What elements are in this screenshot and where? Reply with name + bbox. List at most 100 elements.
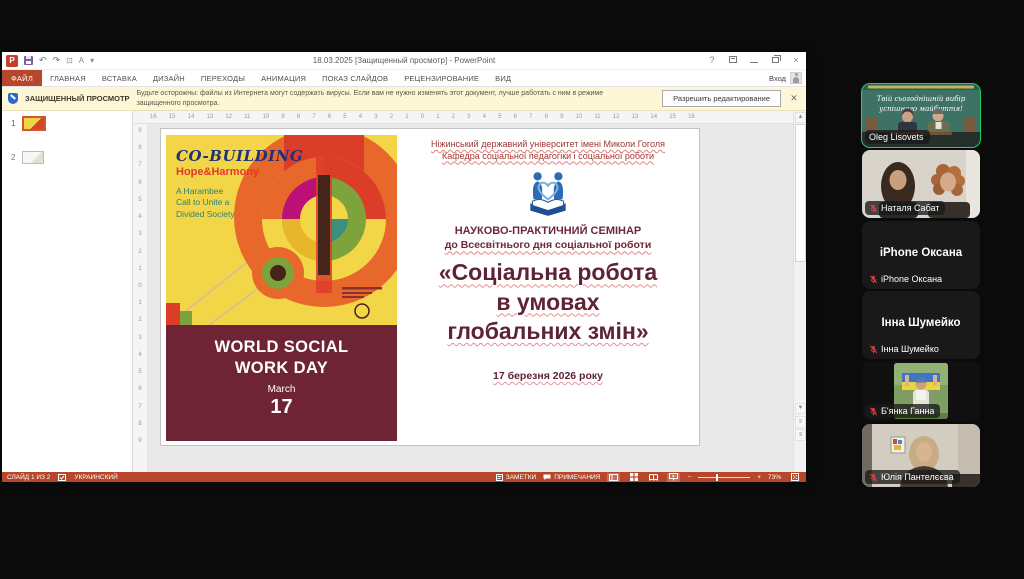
next-slide-icon[interactable]: ≡ — [795, 429, 806, 441]
video-tile-iphone-oksana[interactable]: iPhone Оксана iPhone Оксана — [862, 221, 980, 289]
zoom-slider[interactable] — [698, 477, 750, 478]
svg-text:успішного майбуття!: успішного майбуття! — [878, 105, 963, 113]
ruler-number: 9 — [138, 438, 141, 444]
ribbon-tab[interactable]: ВСТАВКА — [94, 70, 145, 86]
ruler-number: 6 — [138, 180, 141, 186]
zoom-in-icon[interactable]: + — [757, 474, 761, 481]
ruler-number: 13 — [632, 114, 639, 120]
help-icon[interactable]: ? — [706, 54, 718, 65]
quick-access-toolbar: P ↶ ↷ ⊡ A ▾ — [2, 54, 94, 67]
ruler-number: 9 — [281, 114, 284, 120]
reading-view-button[interactable] — [647, 473, 660, 482]
zoom-level[interactable]: 73% — [768, 474, 781, 481]
restore-icon[interactable] — [769, 54, 781, 65]
sign-in-link[interactable]: Вход — [769, 70, 786, 86]
status-bar: СЛАЙД 1 ИЗ 2 УКРАИНСКИЙ ЗАМЕТКИ ПРИМЕЧАН… — [2, 472, 806, 482]
ruler-number: 11 — [244, 114, 250, 120]
account-avatar[interactable] — [790, 72, 802, 84]
ruler-number: 15 — [169, 114, 176, 120]
zoom-slider-knob[interactable] — [716, 474, 718, 481]
undo-icon[interactable]: ↶ — [39, 54, 47, 67]
participant-name-label: Юлія Пантелєєва — [865, 470, 960, 484]
thumbnail-preview[interactable] — [22, 116, 46, 131]
close-icon[interactable]: × — [790, 54, 802, 65]
university-logo — [522, 169, 574, 217]
ruler-number: 0 — [421, 114, 424, 120]
enable-editing-button[interactable]: Разрешить редактирование — [662, 90, 781, 107]
participant-name-label: Наталя Сабат — [865, 201, 945, 215]
thumbnail-preview[interactable] — [22, 151, 44, 164]
ribbon-tab[interactable]: РЕЦЕНЗИРОВАНИЕ — [396, 70, 487, 86]
ribbon-tab[interactable]: ПЕРЕХОДЫ — [193, 70, 253, 86]
video-tile-bianka-hanna[interactable]: Б'янка Ганна — [862, 361, 980, 421]
scroll-down-icon[interactable]: ▼ — [795, 403, 806, 414]
vertical-scrollbar[interactable]: ▲ ▼ ≡ ≡ — [793, 111, 806, 472]
protected-view-banner: ЗАЩИЩЕННЫЙ ПРОСМОТР Будьте осторожны: фа… — [2, 87, 806, 111]
ribbon-tab[interactable]: ДИЗАЙН — [145, 70, 193, 86]
slide-sorter-view-button[interactable] — [627, 473, 640, 482]
ruler-number: 4 — [138, 214, 141, 220]
video-tile-natalia-sabat[interactable]: Наталя Сабат — [862, 150, 980, 218]
normal-view-button[interactable] — [607, 473, 620, 482]
previous-slide-icon[interactable]: ≡ — [795, 416, 806, 428]
participant-name-label: Oleg Lisovets — [865, 130, 930, 144]
powerpoint-window: P ↶ ↷ ⊡ A ▾ 18.03.2025 [Защищенный просм… — [2, 52, 806, 482]
window-title: 18.03.2025 [Защищенный просмотр] - Power… — [2, 56, 806, 65]
scrollbar-thumb[interactable] — [795, 124, 806, 262]
ruler-number: 10 — [576, 114, 583, 120]
seminar-date: 17 березня 2026 року — [406, 370, 690, 382]
video-tile-oleg-lisovets[interactable]: Твій сьогоднішній вибір успішного майбут… — [862, 84, 980, 147]
ruler-number: 5 — [343, 114, 346, 120]
tab-file[interactable]: ФАЙЛ — [2, 70, 42, 86]
ruler-number: 7 — [138, 162, 141, 168]
thumbnail-slide-1[interactable]: 1 — [11, 116, 46, 131]
ribbon-tab[interactable]: ПОКАЗ СЛАЙДОВ — [314, 70, 396, 86]
slideshow-view-button[interactable] — [667, 473, 680, 482]
ribbon-tab[interactable]: ГЛАВНАЯ — [42, 70, 94, 86]
language-indicator[interactable]: УКРАИНСКИЙ — [74, 474, 117, 481]
slide[interactable]: CO-BUILDING Hope&Harmony A Harambee Call… — [160, 128, 700, 446]
zoom-out-icon[interactable]: − — [687, 474, 691, 481]
screen: P ↶ ↷ ⊡ A ▾ 18.03.2025 [Защищенный просм… — [0, 0, 1024, 579]
minimize-icon[interactable] — [748, 54, 760, 65]
protected-view-message: Будьте осторожны: файлы из Интернета мог… — [137, 89, 629, 108]
horizontal-ruler: 1615141312111098765432101234567891011121… — [133, 111, 793, 124]
participant-display-name: iPhone Оксана — [862, 247, 980, 259]
ruler-number: 14 — [650, 114, 657, 120]
ruler-number: 13 — [206, 114, 213, 120]
ruler-number: 6 — [138, 386, 141, 392]
redo-icon[interactable]: ↷ — [53, 54, 61, 67]
save-icon[interactable] — [24, 54, 33, 67]
ribbon-tab[interactable]: ВИД — [487, 70, 519, 86]
ruler-number: 14 — [188, 114, 195, 120]
slide-canvas[interactable]: CO-BUILDING Hope&Harmony A Harambee Call… — [147, 124, 793, 472]
font-style-icon[interactable]: A — [79, 54, 84, 67]
comments-toggle[interactable]: ПРИМЕЧАНИЯ — [543, 474, 600, 481]
spellcheck-icon[interactable] — [58, 474, 66, 481]
fit-slide-button[interactable] — [788, 473, 801, 482]
thumbnail-slide-2[interactable]: 2 — [11, 151, 44, 164]
ruler-number: 8 — [545, 114, 548, 120]
ruler-number: 4 — [483, 114, 486, 120]
video-tile-yulia-pantelieieva[interactable]: Юлія Пантелєєва — [862, 424, 980, 487]
ribbon-tab[interactable]: АНИМАЦИЯ — [253, 70, 314, 86]
poster-footer: WORLD SOCIAL WORK DAY March 17 — [166, 325, 397, 441]
ruler-number: 9 — [138, 128, 141, 134]
ruler-number: 2 — [138, 249, 141, 255]
banner-close-icon[interactable]: ✕ — [788, 93, 800, 104]
video-tile-inna-shumeiko[interactable]: Інна Шумейко Інна Шумейко — [862, 291, 980, 359]
seminar-title: «Соціальна робота в умовах глобальних зм… — [406, 258, 690, 346]
muted-mic-icon — [869, 407, 878, 416]
notes-toggle[interactable]: ЗАМЕТКИ — [496, 474, 536, 481]
ruler-number: 5 — [498, 114, 501, 120]
qat-dropdown-icon[interactable]: ▾ — [90, 54, 94, 67]
start-slideshow-icon[interactable]: ⊡ — [66, 54, 73, 67]
ribbon-options-icon[interactable] — [727, 54, 739, 65]
scroll-up-icon[interactable]: ▲ — [795, 112, 806, 123]
powerpoint-logo-icon[interactable]: P — [6, 54, 18, 67]
ruler-number: 2 — [390, 114, 393, 120]
muted-mic-icon — [869, 473, 878, 482]
poster-month: March — [166, 384, 397, 395]
protected-view-label: ЗАЩИЩЕННЫЙ ПРОСМОТР — [25, 94, 130, 103]
ruler-number: 5 — [138, 369, 141, 375]
